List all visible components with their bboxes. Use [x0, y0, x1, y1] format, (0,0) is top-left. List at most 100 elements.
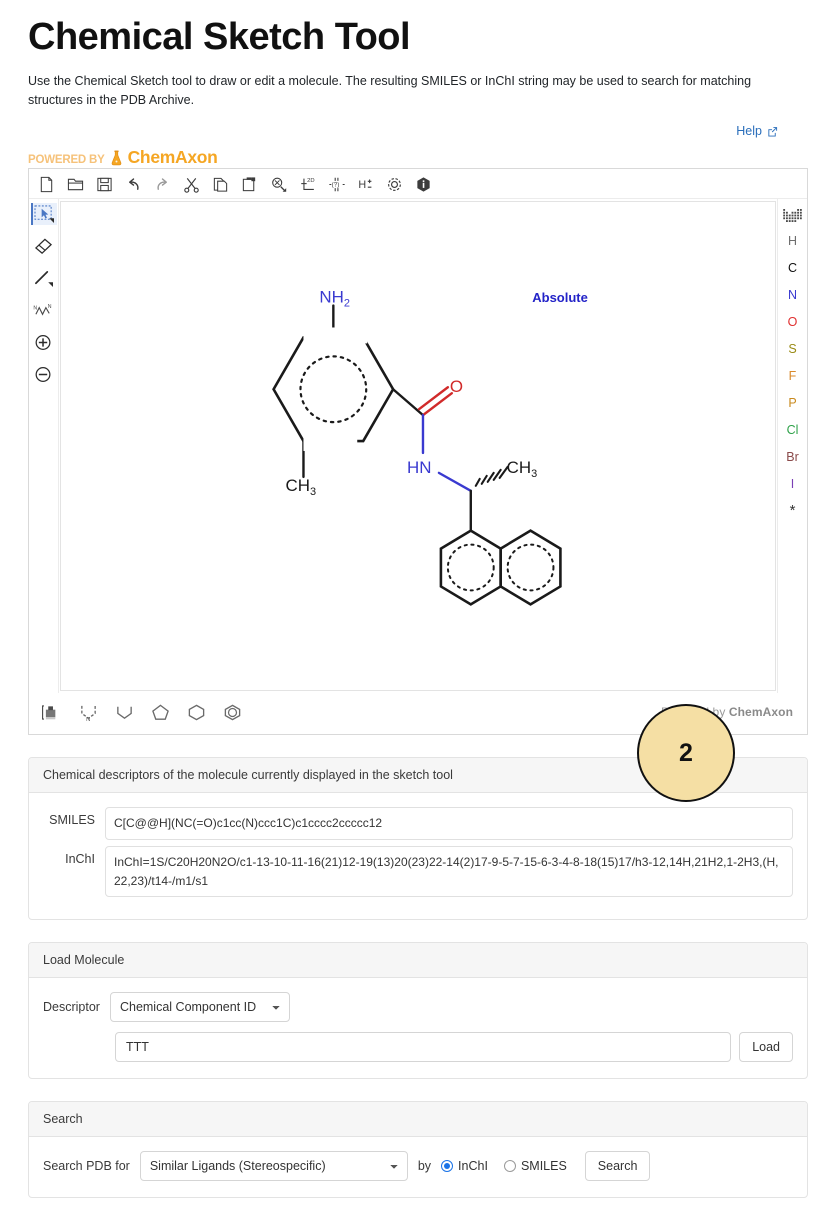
element-button-p[interactable]: P — [780, 391, 806, 415]
element-label-h: H — [788, 234, 797, 248]
explicit-hydrogens-icon[interactable]: H — [356, 175, 375, 194]
load-input-row: Load — [43, 1032, 793, 1062]
element-button-s[interactable]: S — [780, 337, 806, 361]
element-button-o[interactable]: O — [780, 310, 806, 334]
annotation-marker-2: 2 — [637, 704, 735, 802]
element-label-c: C — [788, 261, 797, 275]
increase-charge-tool[interactable] — [31, 331, 57, 353]
decrease-charge-tool[interactable] — [31, 363, 57, 385]
template-library-icon[interactable] — [41, 701, 63, 723]
descriptor-select[interactable]: Chemical Component ID SMILES InChI — [110, 992, 290, 1022]
smiles-row: SMILES C[C@@H](NC(=O)c1cc(N)ccc1C)c1cccc… — [43, 807, 793, 840]
element-button-cl[interactable]: Cl — [780, 418, 806, 442]
load-molecule-card-body: Descriptor Chemical Component ID SMILES … — [29, 978, 807, 1078]
radio-inchi-label: InChI — [458, 1159, 488, 1173]
info-icon[interactable] — [414, 175, 433, 194]
search-card-body: Search PDB for Similar Ligands (Stereosp… — [29, 1137, 807, 1197]
page-intro-text: Use the Chemical Sketch tool to draw or … — [28, 72, 758, 110]
element-button-f[interactable]: F — [780, 364, 806, 388]
selection-tool[interactable] — [31, 203, 57, 225]
chemical-sketch-tool-page: Chemical Sketch Tool Use the Chemical Sk… — [0, 14, 836, 1212]
molecule-drawing: NH2 CH3 O HN CH3 — [61, 202, 775, 690]
element-button-n[interactable]: N — [780, 283, 806, 307]
element-button-c[interactable]: C — [780, 256, 806, 280]
element-button-br[interactable]: Br — [780, 445, 806, 469]
inchi-row: InChI InChI=1S/C20H20N2O/c1-13-10-11-16(… — [43, 846, 793, 897]
descriptor-row: Descriptor Chemical Component ID SMILES … — [43, 992, 793, 1022]
radio-smiles-label: SMILES — [521, 1159, 567, 1173]
flask-icon — [110, 150, 123, 166]
search-card: Search Search PDB for Similar Ligands (S… — [28, 1101, 808, 1198]
cyclobutane-ring-icon[interactable] — [113, 701, 135, 723]
save-file-icon[interactable] — [95, 175, 114, 194]
sketcher-body: N N — [29, 199, 807, 693]
pyrrole-ring-icon[interactable]: N — [77, 701, 99, 723]
smiles-value[interactable]: C[C@@H](NC(=O)c1cc(N)ccc1C)c1cccc2ccccc1… — [105, 807, 793, 840]
svg-text:N: N — [33, 305, 37, 311]
radio-inchi[interactable]: InChI — [441, 1159, 488, 1173]
element-label-f: F — [789, 369, 797, 383]
radio-smiles-dot[interactable] — [504, 1160, 516, 1172]
search-button[interactable]: Search — [585, 1151, 651, 1181]
single-bond-tool[interactable] — [31, 267, 57, 289]
descriptors-card-body: SMILES C[C@@H](NC(=O)c1cc(N)ccc1C)c1cccc… — [29, 793, 807, 919]
element-label-i: I — [791, 477, 794, 491]
search-by-label: by — [418, 1159, 431, 1173]
query-properties-icon[interactable]: (?) — [327, 175, 346, 194]
cyclopentane-ring-icon[interactable] — [149, 701, 171, 723]
inchi-value[interactable]: InChI=1S/C20H20N2O/c1-13-10-11-16(21)12-… — [105, 846, 793, 897]
radio-inchi-dot[interactable] — [441, 1160, 453, 1172]
inchi-label: InChI — [43, 846, 105, 866]
annotation-marker-2-label: 2 — [679, 739, 693, 768]
settings-gear-icon[interactable] — [385, 175, 404, 194]
chemaxon-wordmark: ChemAxon — [128, 149, 218, 167]
cyclohexane-ring-icon[interactable] — [185, 701, 207, 723]
external-link-icon — [767, 126, 778, 137]
load-input[interactable] — [115, 1032, 731, 1062]
element-label-o: O — [788, 315, 798, 329]
element-label-cl: Cl — [787, 423, 799, 437]
sketcher-element-palette: H C N O S F P Cl Br I * — [777, 199, 807, 693]
page-title: Chemical Sketch Tool — [28, 14, 808, 60]
chemaxon-branding: POWERED BY ChemAxon — [28, 146, 808, 166]
undo-icon[interactable] — [124, 175, 143, 194]
svg-text:(?): (?) — [331, 182, 339, 189]
copy-icon[interactable] — [211, 175, 230, 194]
load-molecule-card: Load Molecule Descriptor Chemical Compon… — [28, 942, 808, 1079]
help-link[interactable]: Help — [736, 124, 778, 138]
element-label-p: P — [788, 396, 796, 410]
element-label-s: S — [788, 342, 796, 356]
svg-text:N: N — [48, 304, 52, 310]
cut-icon[interactable] — [182, 175, 201, 194]
structure-to-name-icon[interactable] — [269, 175, 288, 194]
chain-tool[interactable]: N N — [31, 299, 57, 321]
svg-text:H: H — [358, 179, 366, 191]
help-link-label: Help — [736, 124, 762, 138]
clean-2d-icon[interactable]: 2D — [298, 175, 317, 194]
atom-label-ch3-stereo: CH3 — [507, 458, 538, 480]
new-file-icon[interactable] — [37, 175, 56, 194]
element-button-h[interactable]: H — [780, 229, 806, 253]
search-type-select[interactable]: Similar Ligands (Stereospecific) Similar… — [140, 1151, 408, 1181]
load-button[interactable]: Load — [739, 1032, 793, 1062]
element-button-i[interactable]: I — [780, 472, 806, 496]
search-card-title: Search — [29, 1102, 807, 1137]
atom-label-ch3-ring: CH3 — [286, 476, 317, 498]
atom-label-nh2: NH2 — [319, 288, 350, 310]
redo-icon[interactable] — [153, 175, 172, 194]
benzene-ring-icon[interactable] — [221, 701, 243, 723]
open-file-icon[interactable] — [66, 175, 85, 194]
svg-text:N: N — [86, 717, 90, 722]
periodic-table-icon[interactable] — [780, 204, 806, 226]
eraser-tool[interactable] — [31, 235, 57, 257]
sketcher-widget: 2D (?) H — [28, 168, 808, 735]
svg-text:2D: 2D — [307, 179, 314, 185]
paste-icon[interactable] — [240, 175, 259, 194]
radio-smiles[interactable]: SMILES — [504, 1159, 567, 1173]
sketch-canvas[interactable]: NH2 CH3 O HN CH3 Absolute — [60, 201, 776, 691]
stereo-absolute-label: Absolute — [532, 290, 588, 305]
sketcher-left-tools: N N — [29, 199, 59, 693]
descriptor-label: Descriptor — [43, 1000, 100, 1014]
smiles-label: SMILES — [43, 807, 105, 827]
element-button-any[interactable]: * — [780, 499, 806, 523]
